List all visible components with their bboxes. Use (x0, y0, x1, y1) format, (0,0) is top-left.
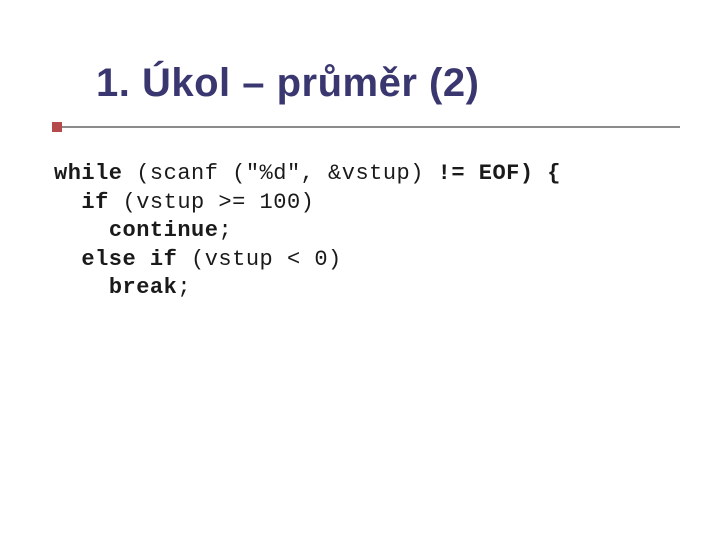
slide: 1. Úkol – průměr (2) while (scanf ("%d",… (0, 0, 720, 540)
code-block: while (scanf ("%d", &vstup) != EOF) { if… (54, 160, 680, 303)
underline-line (52, 126, 680, 128)
code-text: ; (218, 218, 232, 243)
kw-elseif: else if (81, 247, 177, 272)
code-text: (vstup < 0) (177, 247, 341, 272)
title-area: 1. Úkol – průměr (2) (96, 60, 680, 116)
bullet-square-icon (52, 122, 62, 132)
code-text: (vstup >= 100) (109, 190, 315, 215)
code-indent (54, 190, 81, 215)
kw-break: break (109, 275, 178, 300)
kw-while: while (54, 161, 123, 186)
code-indent (54, 247, 81, 272)
code-text: ; (177, 275, 191, 300)
slide-title: 1. Úkol – průměr (2) (96, 60, 680, 116)
title-underline (52, 122, 680, 132)
code-indent (54, 275, 109, 300)
code-text: (scanf ("%d", &vstup) (123, 161, 438, 186)
code-indent (54, 218, 109, 243)
kw-continue: continue (109, 218, 219, 243)
code-bold: != EOF) { (438, 161, 561, 186)
kw-if: if (81, 190, 108, 215)
